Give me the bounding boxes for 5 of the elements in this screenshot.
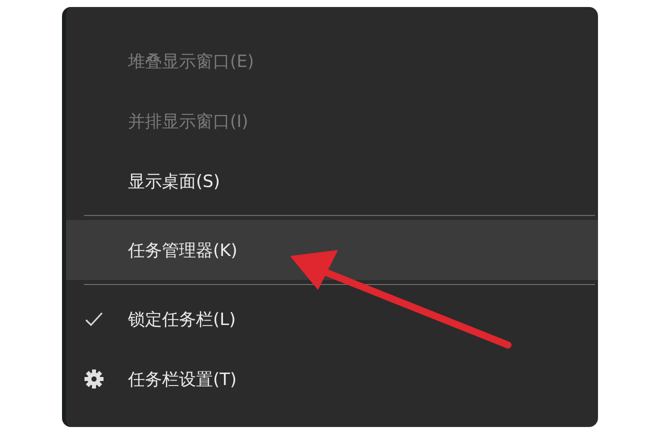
settings-icon	[84, 369, 104, 389]
menu-item[interactable]: 锁定任务栏(L)	[66, 289, 598, 349]
menu-item[interactable]: 显示桌面(S)	[66, 151, 598, 211]
menu-item[interactable]: 任务管理器(K)	[66, 220, 598, 280]
menu-item[interactable]: 任务栏设置(T)	[66, 349, 598, 409]
